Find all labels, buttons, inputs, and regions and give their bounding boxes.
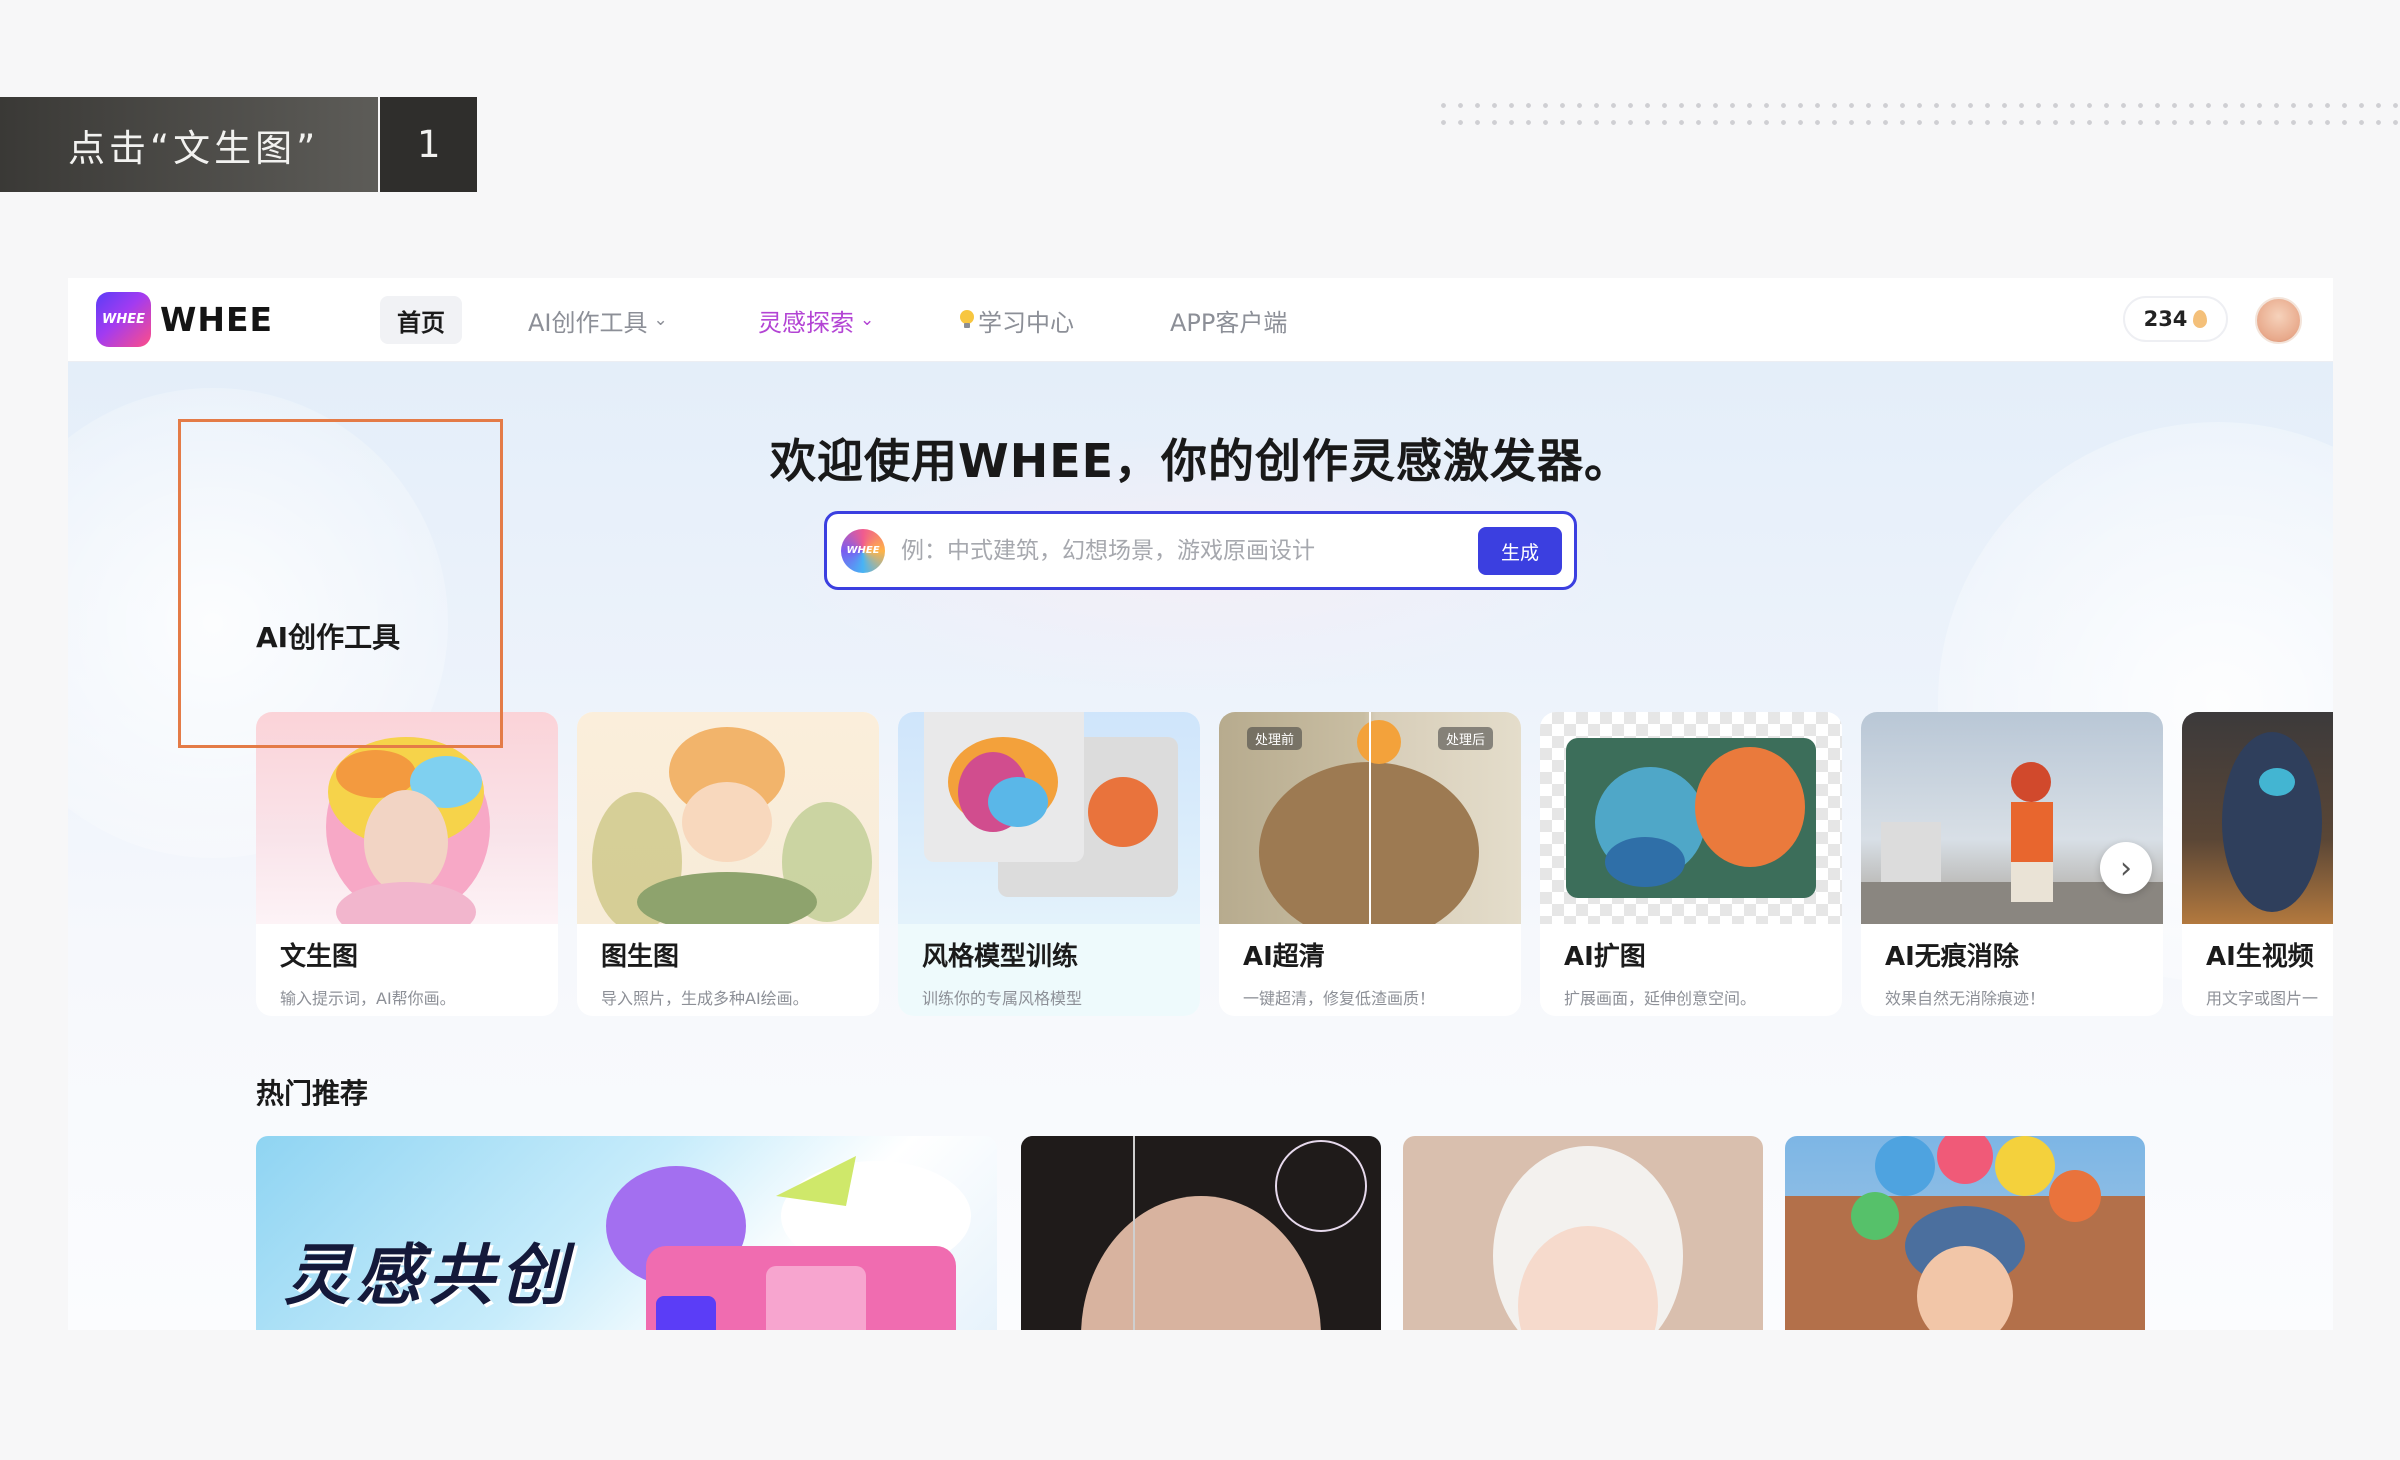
credits-badge[interactable]: 234 [2123, 296, 2228, 342]
instruction-label: 点击“文生图” [0, 97, 379, 192]
tool-card-title: AI扩图 [1564, 942, 1646, 972]
tool-card-ai-video[interactable]: AI生视频 用文字或图片一 [2182, 712, 2333, 1016]
tool-card-style-model-training[interactable]: 风格模型训练 训练你的专属风格模型 [898, 712, 1200, 1016]
nav-ai-tools[interactable]: AI创作工具 ⌄ [528, 296, 668, 344]
tool-card-title: AI生视频 [2206, 942, 2314, 972]
nav-inspiration[interactable]: 灵感探索 ⌄ [758, 296, 874, 344]
tool-card-body: AI扩图 扩展画面，延伸创意空间。 [1540, 924, 1842, 1016]
tool-card-desc: 导入照片，生成多种AI绘画。 [601, 989, 809, 1008]
tool-card-desc: 训练你的专属风格模型 [922, 989, 1083, 1008]
app-window: WHEE WHEE 首页 AI创作工具 ⌄ 灵感探索 ⌄ 学习中心 APP客户端… [68, 278, 2333, 1330]
logo[interactable]: WHEE WHEE [96, 292, 273, 347]
whee-logo-icon: WHEE [841, 528, 885, 573]
tool-card-title: AI超清 [1243, 942, 1325, 972]
hero-section: 欢迎使用WHEE，你的创作灵感激发器。 WHEE 生成 AI创作工具 文生图 [68, 362, 2333, 1330]
tool-card-body: 文生图 输入提示词，AI帮你画。 [256, 924, 558, 1016]
tool-card-image-to-image[interactable]: 图生图 导入照片，生成多种AI绘画。 [577, 712, 879, 1016]
tool-card-image [256, 712, 558, 942]
tool-card-body: 风格模型训练 训练你的专属风格模型 [898, 924, 1200, 1016]
rec-card-3d-character[interactable] [1785, 1136, 2145, 1330]
top-navbar: WHEE WHEE 首页 AI创作工具 ⌄ 灵感探索 ⌄ 学习中心 APP客户端… [68, 278, 2333, 362]
chevron-down-icon: ⌄ [653, 310, 668, 330]
tool-card-text-to-image[interactable]: 文生图 输入提示词，AI帮你画。 [256, 712, 558, 1016]
tool-card-title: 图生图 [601, 942, 680, 972]
tool-card-body: AI无痕消除 效果自然无消除痕迹！ [1861, 924, 2163, 1016]
ai-tools-section-title: AI创作工具 [256, 621, 401, 654]
tool-card-desc: 效果自然无消除痕迹！ [1885, 989, 2046, 1008]
credits-count: 234 [2143, 307, 2188, 331]
prompt-input[interactable] [901, 537, 1441, 564]
avatar[interactable] [2255, 297, 2302, 344]
tool-card-ai-expand[interactable]: AI扩图 扩展画面，延伸创意空间。 [1540, 712, 1842, 1016]
tool-card-desc: 一键超清，修复低渣画质！ [1243, 989, 1436, 1008]
tool-card-image: 处理前 处理后 [1219, 712, 1521, 942]
generate-button[interactable]: 生成 [1478, 527, 1562, 575]
nav-ai-tools-label: AI创作工具 [528, 308, 648, 337]
badge-after: 处理后 [1437, 727, 1493, 750]
tool-card-title: 风格模型训练 [922, 942, 1079, 972]
tool-card-title: 文生图 [280, 942, 359, 972]
tool-card-body: AI超清 一键超清，修复低渣画质！ [1219, 924, 1521, 1016]
tool-card-ai-upscale[interactable]: 处理前 处理后 AI超清 一键超清，修复低渣画质！ [1219, 712, 1521, 1016]
tool-card-body: 图生图 导入照片，生成多种AI绘画。 [577, 924, 879, 1016]
prompt-search-bar: WHEE 生成 [824, 511, 1577, 590]
chevron-right-icon: › [2120, 850, 2132, 886]
lightbulb-icon [960, 310, 974, 330]
nav-learning-center-label: 学习中心 [978, 308, 1074, 337]
badge-before: 处理前 [1247, 727, 1303, 750]
carousel-next-button[interactable]: › [2100, 842, 2152, 894]
hero-title: 欢迎使用WHEE，你的创作灵感激发器。 [769, 434, 1632, 488]
logo-mark-icon: WHEE [96, 292, 151, 347]
rec-card-illustration[interactable] [1403, 1136, 1763, 1330]
tool-card-title: AI无痕消除 [1885, 942, 2019, 972]
nav-home[interactable]: 首页 [380, 296, 462, 344]
tool-card-image [577, 712, 879, 932]
decorative-dots [1435, 97, 2400, 137]
tool-card-body: AI生视频 用文字或图片一 [2182, 924, 2333, 1016]
rec-card-portrait[interactable] [1021, 1136, 1381, 1330]
rec-banner-text: 灵感共创 [284, 1237, 572, 1314]
chevron-down-icon: ⌄ [860, 310, 875, 330]
nav-inspiration-label: 灵感探索 [758, 308, 854, 337]
instruction-banner: 点击“文生图” 1 [0, 97, 477, 192]
tool-card-desc: 输入提示词，AI帮你画。 [280, 989, 456, 1008]
rec-card-banner[interactable]: 灵感共创 [256, 1136, 997, 1330]
nav-learning-center[interactable]: 学习中心 [960, 296, 1074, 344]
tool-card-image [1540, 712, 1842, 924]
logo-text: WHEE [160, 300, 274, 339]
tool-card-image [898, 712, 1200, 924]
tool-card-desc: 用文字或图片一 [2206, 989, 2319, 1008]
tool-card-image [2182, 712, 2333, 924]
tool-card-desc: 扩展画面，延伸创意空间。 [1564, 989, 1757, 1008]
egg-icon [2193, 310, 2208, 328]
nav-app-client[interactable]: APP客户端 [1170, 296, 1287, 344]
instruction-step-number: 1 [380, 97, 477, 192]
hot-section-title: 热门推荐 [256, 1077, 369, 1110]
